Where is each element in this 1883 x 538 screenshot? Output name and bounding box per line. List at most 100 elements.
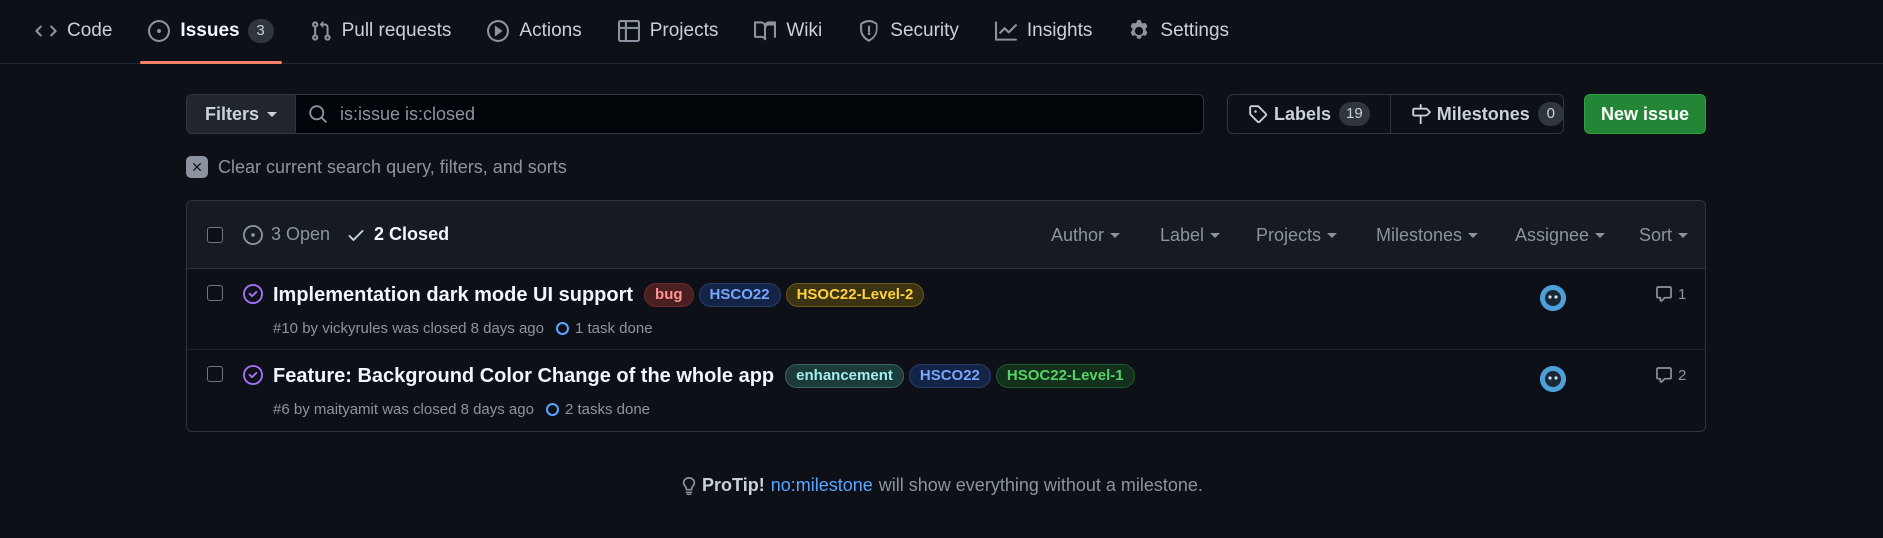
select-all-checkbox[interactable] — [207, 226, 223, 243]
tab-label: Wiki — [786, 20, 823, 41]
tab-label: Insights — [1026, 20, 1093, 41]
milestone-icon — [1411, 104, 1431, 124]
issues-list: 3 Open 2 Closed Author Label Projects Mi… — [186, 200, 1706, 432]
gear-icon — [1128, 20, 1150, 42]
search-input[interactable] — [340, 103, 1140, 125]
chevron-down-icon — [1595, 232, 1606, 238]
search-icon — [308, 104, 328, 124]
avatar[interactable] — [1540, 285, 1566, 311]
comments-link[interactable]: 1 — [1655, 285, 1686, 303]
tab-issues[interactable]: Issues 3 — [137, 0, 284, 64]
comment-count: 1 — [1678, 285, 1687, 303]
projects-filter[interactable]: Projects — [1256, 201, 1338, 269]
tab-label: Issues — [180, 20, 240, 41]
chevron-down-icon — [267, 111, 278, 117]
open-count-label: 3 Open — [271, 224, 331, 244]
label-hsco22[interactable]: HSCO22 — [908, 364, 991, 388]
issue-row: Feature: Background Color Change of the … — [187, 350, 1705, 431]
task-status: 1 task done — [574, 320, 653, 337]
tab-wiki[interactable]: Wiki — [743, 0, 833, 63]
milestones-filter[interactable]: Milestones — [1376, 201, 1479, 269]
tab-label: Actions — [519, 20, 582, 41]
filter-label: Label — [1160, 224, 1205, 245]
issues-toolbar: Filters Labels 19 Milestones 0 New issue — [186, 94, 1706, 134]
label-bug[interactable]: bug — [644, 283, 694, 307]
filters-label: Filters — [204, 103, 260, 124]
play-icon — [487, 20, 510, 42]
no-milestone-link[interactable]: no:milestone — [771, 475, 873, 496]
chevron-down-icon — [1327, 232, 1338, 238]
label-hsco22[interactable]: HSCO22 — [698, 283, 781, 307]
issues-count-badge: 3 — [247, 19, 274, 43]
tab-code[interactable]: Code — [24, 0, 123, 63]
label-hsoc22-level-2[interactable]: HSOC22-Level-2 — [785, 283, 925, 307]
filter-label: Author — [1051, 224, 1105, 245]
comment-icon — [1655, 285, 1673, 303]
labels-button[interactable]: Labels 19 — [1228, 95, 1390, 133]
tab-security[interactable]: Security — [847, 0, 970, 63]
issue-title-line: Feature: Background Color Change of the … — [273, 364, 1135, 388]
issue-opened-icon — [148, 20, 171, 42]
tab-label: Code — [67, 20, 113, 41]
comments-link[interactable]: 2 — [1655, 366, 1686, 384]
label-enhancement[interactable]: enhancement — [785, 364, 904, 388]
filter-label: Projects — [1256, 224, 1322, 245]
tab-label: Security — [890, 20, 959, 41]
comment-icon — [1655, 366, 1673, 384]
clear-filters-link[interactable]: Clear current search query, filters, and… — [186, 156, 567, 178]
avatar[interactable] — [1540, 366, 1566, 392]
protip-text: will show everything without a milestone… — [878, 475, 1203, 495]
chevron-down-icon — [1678, 232, 1689, 238]
milestones-count-badge: 0 — [1537, 102, 1564, 126]
tab-projects[interactable]: Projects — [607, 0, 730, 63]
issue-closed-icon — [243, 365, 263, 385]
issue-meta-text: #10 by vickyrules was closed 8 days ago — [273, 320, 544, 337]
sort-filter[interactable]: Sort — [1639, 201, 1689, 269]
clear-filters-text: Clear current search query, filters, and… — [218, 156, 567, 177]
issue-opened-icon — [243, 224, 263, 245]
filter-label: Milestones — [1376, 224, 1463, 245]
labels-count-badge: 19 — [1339, 102, 1370, 126]
tab-label: Settings — [1160, 20, 1230, 41]
tab-label: Projects — [649, 20, 719, 41]
graph-icon — [994, 20, 1017, 42]
issue-row: Implementation dark mode UI support bug … — [187, 269, 1705, 350]
chevron-down-icon — [1210, 232, 1221, 238]
new-issue-button[interactable]: New issue — [1584, 94, 1706, 134]
protip-label: ProTip! — [702, 475, 765, 495]
label-hsoc22-level-1[interactable]: HSOC22-Level-1 — [995, 364, 1135, 388]
tag-icon — [1248, 104, 1268, 124]
closed-issues-link[interactable]: 2 Closed — [346, 224, 449, 245]
open-issues-link[interactable]: 3 Open — [243, 224, 330, 245]
issue-title-line: Implementation dark mode UI support bug … — [273, 283, 925, 307]
tab-settings[interactable]: Settings — [1117, 0, 1240, 63]
issue-checkbox[interactable] — [207, 285, 223, 301]
search-box — [295, 94, 1204, 134]
issues-list-header: 3 Open 2 Closed Author Label Projects Mi… — [187, 201, 1705, 269]
filters-button[interactable]: Filters — [186, 94, 296, 134]
assignee-filter[interactable]: Assignee — [1515, 201, 1606, 269]
issue-meta: #10 by vickyrules was closed 8 days ago … — [273, 320, 653, 337]
issue-meta-text: #6 by maityamit was closed 8 days ago — [273, 401, 534, 418]
protip: ProTip! no:milestone will show everythin… — [0, 475, 1883, 496]
task-progress-icon — [545, 403, 559, 416]
chevron-down-icon — [1468, 232, 1479, 238]
issue-checkbox[interactable] — [207, 366, 223, 382]
author-filter[interactable]: Author — [1051, 201, 1121, 269]
filter-label: Sort — [1639, 224, 1673, 245]
check-icon — [346, 225, 366, 245]
milestones-button[interactable]: Milestones 0 — [1389, 95, 1584, 133]
state-toggle: 3 Open 2 Closed — [243, 224, 465, 245]
issue-title-link[interactable]: Feature: Background Color Change of the … — [273, 365, 774, 388]
pull-request-icon — [310, 20, 332, 42]
shield-icon — [858, 20, 880, 42]
tab-insights[interactable]: Insights — [984, 0, 1103, 63]
issue-title-link[interactable]: Implementation dark mode UI support — [273, 284, 633, 307]
close-icon — [186, 156, 208, 178]
issue-closed-icon — [243, 284, 263, 304]
tab-pull-requests[interactable]: Pull requests — [299, 0, 463, 63]
repo-nav: Code Issues 3 Pull requests Actions Proj… — [0, 0, 1883, 64]
tab-actions[interactable]: Actions — [476, 0, 592, 63]
label-filter[interactable]: Label — [1160, 201, 1221, 269]
filter-label: Assignee — [1515, 224, 1590, 245]
